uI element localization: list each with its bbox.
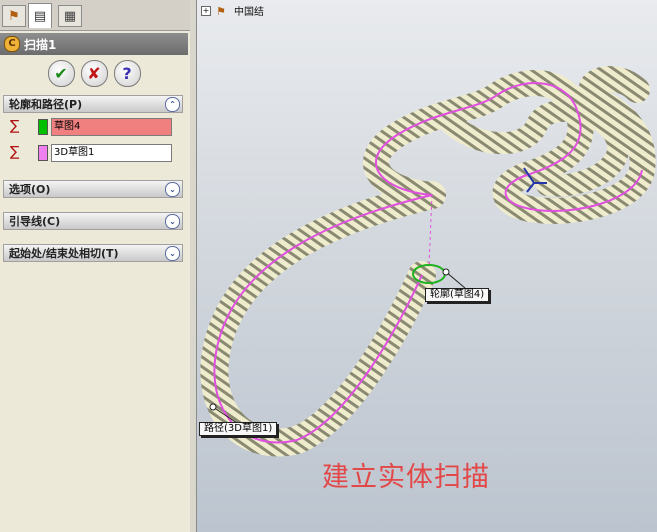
tree-expand-icon[interactable]: + bbox=[201, 5, 211, 16]
profile-selection-row: ∑ 草图4 bbox=[10, 117, 172, 137]
property-manager-panel: ⚑ ▤ ▦ C 扫描1 ✔ ✘ ? 轮廓和路径(P) ⌃ ∑ 草图4 ∑ 3D草… bbox=[0, 0, 191, 532]
expand-chevron-icon[interactable]: ⌄ bbox=[165, 182, 180, 197]
path-color-swatch bbox=[38, 145, 48, 161]
profile-callout-dot bbox=[442, 268, 450, 276]
panel-splitter[interactable] bbox=[190, 0, 197, 532]
property-manager-title-bar: C 扫描1 bbox=[0, 33, 188, 55]
group-guide-curves-label: 引导线(C) bbox=[9, 215, 61, 228]
ok-button[interactable]: ✔ bbox=[47, 60, 75, 87]
sweep-feature-icon: C bbox=[4, 36, 20, 52]
feature-title: 扫描1 bbox=[24, 37, 57, 52]
group-tangency[interactable]: 起始处/结束处相切(T) ⌄ bbox=[3, 244, 183, 262]
configuration-manager-tab[interactable]: ▦ bbox=[58, 5, 82, 27]
profile-callout[interactable]: 轮廓(草图4) bbox=[425, 288, 490, 302]
path-callout[interactable]: 路径(3D草图1) bbox=[199, 422, 278, 436]
profile-selection-field[interactable]: 草图4 bbox=[51, 118, 172, 136]
manager-tabs: ⚑ ▤ ▦ bbox=[0, 0, 190, 31]
graphics-viewport[interactable]: + ⚑ 中国结 轮廓(草图4) 路径(3D草图1) 建立实体扫描 bbox=[197, 0, 657, 532]
group-options[interactable]: 选项(O) ⌄ bbox=[3, 180, 183, 198]
feature-manager-tab[interactable]: ⚑ bbox=[2, 5, 26, 27]
expand-chevron-icon[interactable]: ⌄ bbox=[165, 214, 180, 229]
property-manager-tab[interactable]: ▤ bbox=[28, 3, 52, 28]
profile-callout-leader bbox=[445, 271, 466, 289]
property-sheet-icon: ▤ bbox=[33, 8, 47, 24]
tree-root-label: 中国结 bbox=[234, 7, 264, 18]
group-options-label: 选项(O) bbox=[9, 183, 51, 196]
configuration-icon: ▦ bbox=[63, 8, 77, 24]
path-callout-dot bbox=[209, 403, 217, 411]
cross-icon: ✘ bbox=[87, 64, 101, 83]
path-selection-field[interactable]: 3D草图1 bbox=[51, 144, 172, 162]
part-icon: ⚑ bbox=[216, 4, 226, 18]
checkmark-icon: ✔ bbox=[54, 64, 68, 83]
profile-select-icon: ∑ bbox=[10, 118, 20, 134]
cancel-button[interactable]: ✘ bbox=[80, 60, 108, 87]
group-guide-curves[interactable]: 引导线(C) ⌄ bbox=[3, 212, 183, 230]
model-drawing bbox=[200, 66, 656, 457]
group-tangency-label: 起始处/结束处相切(T) bbox=[9, 247, 119, 260]
caption-text: 建立实体扫描 bbox=[322, 462, 490, 493]
help-button[interactable]: ? bbox=[113, 60, 141, 87]
expand-chevron-icon[interactable]: ⌄ bbox=[165, 246, 180, 261]
path-selection-row: ∑ 3D草图1 bbox=[10, 143, 172, 163]
group-profile-path-label: 轮廓和路径(P) bbox=[9, 98, 83, 111]
question-icon: ? bbox=[122, 64, 132, 83]
profile-color-swatch bbox=[38, 119, 48, 135]
feature-tree-icon: ⚑ bbox=[8, 8, 20, 24]
path-select-icon: ∑ bbox=[10, 144, 20, 160]
confirm-button-row: ✔ ✘ ? bbox=[0, 60, 188, 88]
feature-tree-root[interactable]: + ⚑ 中国结 bbox=[201, 3, 264, 18]
group-profile-path[interactable]: 轮廓和路径(P) ⌃ bbox=[3, 95, 183, 113]
collapse-chevron-icon[interactable]: ⌃ bbox=[165, 97, 180, 112]
